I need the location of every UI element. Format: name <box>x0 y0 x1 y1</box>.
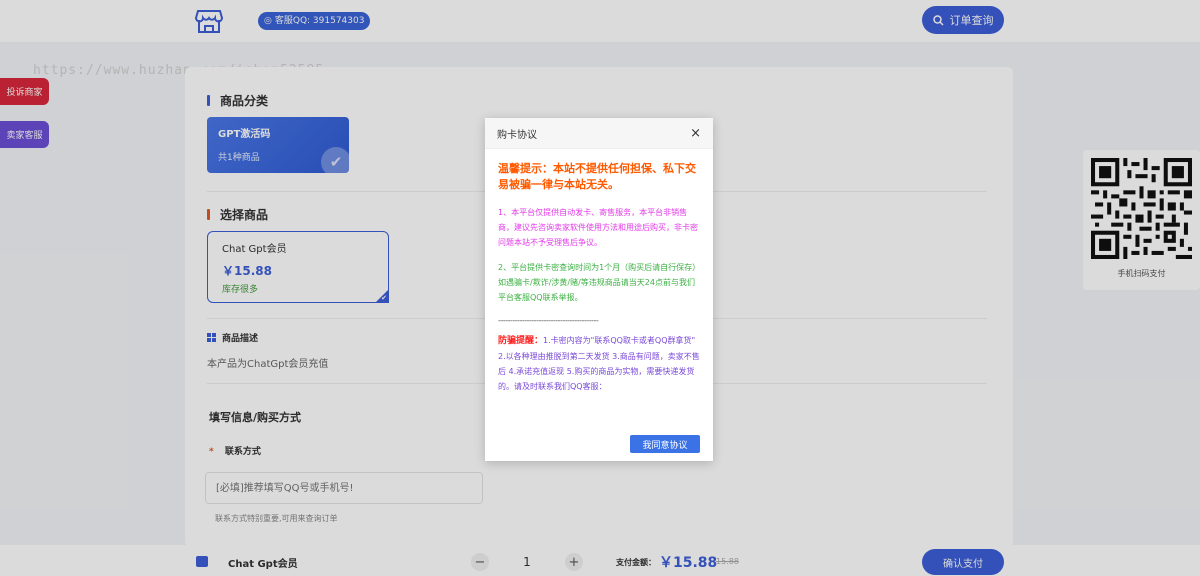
agreement-modal: 购卡协议 × 温馨提示：本站不提供任何担保、私下交易被骗一律与本站无关。 1、本… <box>485 118 713 461</box>
modal-paragraph-3: 防骗提醒：1.卡密内容为"联系QQ取卡或者QQ群拿货" 2.以各种理由推脱到第二… <box>498 333 700 394</box>
fraud-label: 防骗提醒： <box>498 336 544 346</box>
agree-button[interactable]: 我同意协议 <box>630 435 700 453</box>
modal-paragraph-2: 2、平台提供卡密查询时间为1个月（购买后请自行保存）如遇骗卡/欺诈/涉黄/赌/等… <box>498 263 697 302</box>
modal-paragraph-1: 1、本平台仅提供自动发卡、寄售服务，本平台非销售商，建议先咨询卖家软件使用方法和… <box>498 208 698 247</box>
modal-header: 购卡协议 × <box>485 118 713 149</box>
modal-title: 购卡协议 <box>497 129 537 141</box>
close-icon[interactable]: × <box>690 126 701 141</box>
modal-separator: ----------------------------------------… <box>498 316 599 325</box>
modal-body: 温馨提示：本站不提供任何担保、私下交易被骗一律与本站无关。 1、本平台仅提供自动… <box>485 149 713 394</box>
modal-warning: 温馨提示：本站不提供任何担保、私下交易被骗一律与本站无关。 <box>498 162 696 191</box>
